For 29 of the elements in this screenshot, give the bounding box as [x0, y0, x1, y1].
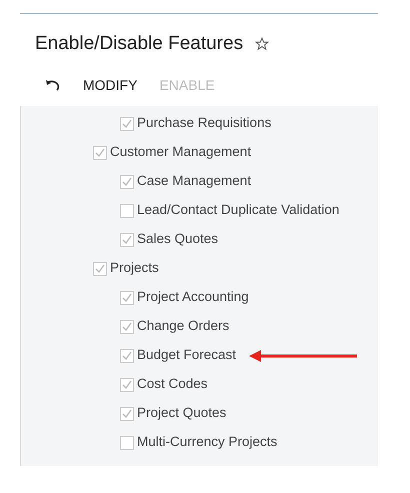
- checkbox[interactable]: [120, 320, 134, 334]
- checkbox[interactable]: [120, 348, 134, 362]
- checkbox[interactable]: [120, 406, 134, 420]
- feature-label: Purchase Requisitions: [137, 114, 272, 132]
- checkbox[interactable]: [120, 436, 134, 450]
- checkbox[interactable]: [120, 204, 134, 218]
- page-title: Enable/Disable Features: [35, 32, 244, 56]
- arrow-icon: [249, 350, 358, 362]
- feature-label: Projects: [110, 259, 159, 278]
- feature-label: Lead/Contact Duplicate Validation: [137, 201, 340, 220]
- feature-label: Multi-Currency Projects: [137, 433, 278, 452]
- checkbox[interactable]: [120, 378, 134, 392]
- star-icon[interactable]: [255, 36, 270, 51]
- checkbox[interactable]: [120, 116, 134, 130]
- checkbox[interactable]: [93, 262, 107, 276]
- feature-label: Budget Forecast: [137, 346, 236, 364]
- checkbox[interactable]: [120, 232, 134, 246]
- feature-label: Change Orders: [137, 317, 230, 336]
- feature-label: Cost Codes: [137, 375, 208, 394]
- undo-icon[interactable]: [45, 78, 61, 93]
- feature-label: Sales Quotes: [137, 230, 218, 248]
- feature-label: Project Quotes: [137, 404, 226, 422]
- toolbar-button[interactable]: MODIFY: [75, 70, 146, 100]
- feature-label: Project Accounting: [137, 288, 249, 306]
- feature-label: Customer Management: [110, 143, 252, 162]
- checkbox[interactable]: [93, 146, 107, 160]
- checkbox[interactable]: [120, 174, 134, 188]
- checkbox[interactable]: [120, 290, 134, 304]
- feature-label: Case Management: [137, 172, 252, 190]
